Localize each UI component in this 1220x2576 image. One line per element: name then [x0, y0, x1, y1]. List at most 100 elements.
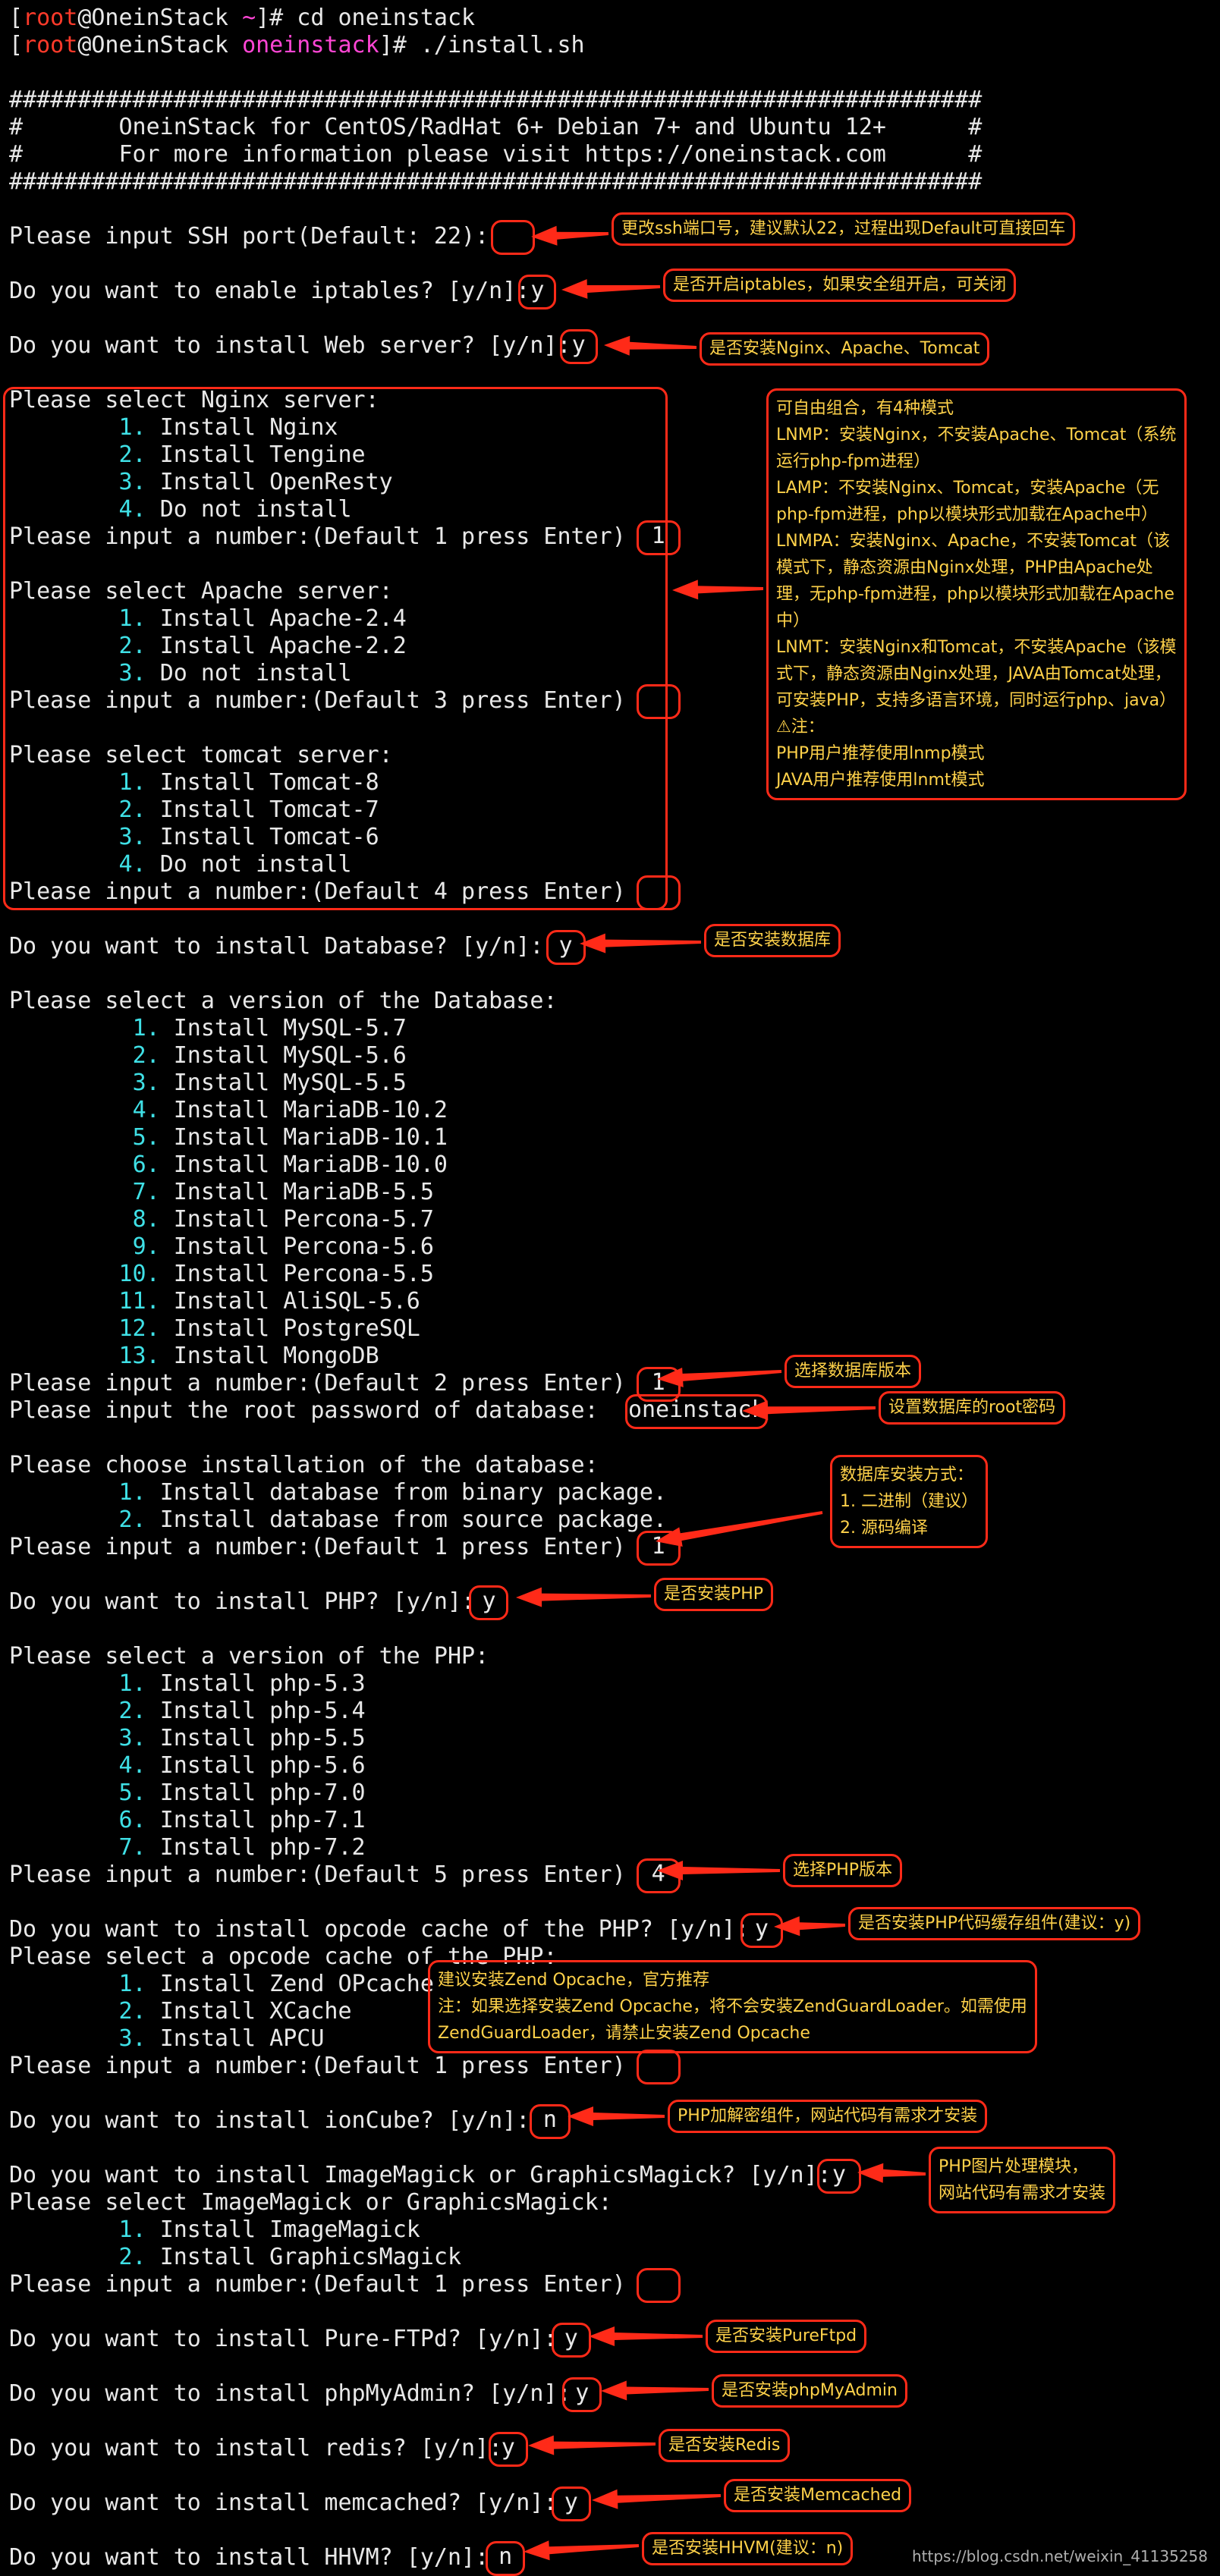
option-label: Install php-7.1 — [159, 1807, 366, 1833]
annotation-arrow-icon — [561, 279, 661, 299]
menu-option: 1. Install Zend OPcache — [9, 1971, 434, 1998]
option-label: Install database from binary package. — [159, 1479, 667, 1506]
text-segment — [146, 824, 160, 850]
option-label: Install Percona-5.7 — [173, 1206, 434, 1233]
text-segment — [160, 1015, 174, 1041]
arrow-shape — [528, 2435, 656, 2455]
text-segment: Do you want to install ImageMagick or Gr… — [9, 2162, 832, 2188]
arrow-shape — [516, 1587, 651, 1607]
text-segment — [146, 496, 160, 523]
text-segment: Please input a number:(Default 2 press E… — [9, 1370, 626, 1396]
option-label: Install php-5.5 — [159, 1725, 366, 1751]
text-segment: Please input a number:(Default 1 press E… — [9, 523, 626, 550]
prompt-host: @OneinStack — [77, 32, 243, 58]
prompt-user: root — [23, 5, 78, 31]
text-segment: Please select a version of the Database: — [9, 988, 558, 1014]
menu-option: 8. Install Percona-5.7 — [9, 1206, 434, 1233]
text-segment — [146, 1725, 160, 1751]
db-title: Please select a version of the Database: — [9, 988, 557, 1015]
text-segment — [146, 441, 160, 468]
option-number: 2. — [118, 796, 146, 823]
option-number: 2. — [132, 1042, 160, 1069]
option-label: Install php-7.2 — [159, 1834, 366, 1861]
option-number: 11. — [118, 1288, 160, 1315]
menu-option: 2. Install Tomcat-7 — [9, 796, 379, 824]
note-line: LNMP：安装Nginx，不安装Apache、Tomcat（系统 — [776, 426, 1177, 445]
annotation-arrow-icon — [524, 2540, 640, 2561]
annotation-arrow-icon — [592, 2489, 722, 2509]
note-line: PHP用户推荐使用lnmp模式 — [776, 744, 985, 763]
note-line: 中） — [776, 611, 810, 630]
option-number: 1. — [118, 769, 146, 796]
text-segment — [9, 1725, 119, 1751]
menu-option: 1. Install MySQL-5.7 — [9, 1015, 407, 1042]
option-label: Install Apache-2.4 — [159, 605, 407, 632]
option-number: 3. — [118, 2025, 146, 2052]
ssh-prompt: Please input SSH port(Default: 22): — [9, 223, 489, 250]
annotation-arrow-icon — [568, 2106, 665, 2126]
note-db-password: 设置数据库的root密码 — [879, 1391, 1066, 1425]
option-label: Install MySQL-5.5 — [173, 1070, 407, 1096]
text-segment — [9, 2216, 119, 2243]
menu-option: 2. Install database from source package. — [9, 1506, 667, 1534]
option-number: 2. — [118, 1698, 146, 1724]
option-label: Install php-5.3 — [159, 1670, 366, 1697]
apache-input-prompt: Please input a number:(Default 3 press E… — [9, 687, 626, 715]
option-label: Install Percona-5.5 — [173, 1261, 434, 1287]
option-number: 5. — [118, 1780, 146, 1806]
option-label: Install APCU — [159, 2025, 325, 2052]
text-segment — [9, 1206, 133, 1233]
text-segment: Please input a number:(Default 3 press E… — [9, 687, 626, 714]
watermark: https://blog.csdn.net/weixin_41135258 — [911, 2547, 1208, 2565]
text-segment: Please input a number:(Default 1 press E… — [9, 2271, 626, 2298]
text-segment — [146, 851, 160, 878]
nginx-number-input[interactable]: 1 — [636, 520, 681, 555]
text-segment — [9, 796, 119, 823]
text-segment — [146, 469, 160, 495]
text-segment: Please select Apache server: — [9, 578, 393, 605]
hhvm-prompt: Do you want to install HHVM? [y/n]: — [9, 2544, 489, 2571]
opcode-number-input[interactable] — [636, 2050, 681, 2084]
prompt-command: ]# cd oneinstack — [256, 5, 476, 31]
option-label: Install MariaDB-10.0 — [173, 1151, 448, 1178]
annotation-arrow-icon — [580, 933, 701, 953]
note-memcached: 是否安装Memcached — [724, 2479, 912, 2512]
arrow-shape — [742, 1400, 876, 1421]
option-label: Install PostgreSQL — [173, 1315, 420, 1342]
text-segment — [9, 414, 119, 441]
menu-option: 4. Do not install — [9, 496, 352, 523]
text-segment — [146, 2025, 160, 2052]
note-db: 是否安装数据库 — [704, 924, 841, 957]
apache-number-input[interactable] — [636, 684, 681, 719]
option-number: 1. — [118, 414, 146, 441]
text-segment — [9, 1070, 133, 1096]
menu-option: 7. Install MariaDB-5.5 — [9, 1179, 434, 1206]
menu-option: 1. Install Nginx — [9, 414, 338, 441]
option-number: 4. — [118, 1752, 146, 1779]
option-number: 6. — [118, 1807, 146, 1833]
text-segment — [9, 2025, 119, 2052]
option-number: 12. — [118, 1315, 160, 1342]
option-label: Install MariaDB-5.5 — [173, 1179, 434, 1205]
note-line: 运行php-fpm进程） — [776, 452, 930, 471]
text-segment — [9, 1179, 133, 1205]
option-number: 1. — [132, 1015, 160, 1041]
imagick-number-input[interactable] — [636, 2268, 681, 2303]
option-label: Install php-7.0 — [159, 1780, 366, 1806]
text-segment: Please select ImageMagick or GraphicsMag… — [9, 2189, 612, 2216]
text-segment — [160, 1206, 174, 1233]
option-number: 1. — [118, 2216, 146, 2243]
menu-option: 4. Install php-5.6 — [9, 1752, 366, 1780]
menu-option: 5. Install MariaDB-10.1 — [9, 1124, 448, 1151]
apache-title: Please select Apache server: — [9, 578, 393, 605]
option-number: 7. — [118, 1834, 146, 1861]
option-label: Install Tomcat-7 — [159, 796, 379, 823]
menu-option: 4. Install MariaDB-10.2 — [9, 1097, 448, 1124]
text-segment — [146, 1698, 160, 1724]
ftp-prompt: Do you want to install Pure-FTPd? [y/n]: — [9, 2326, 557, 2353]
tomcat-number-input[interactable] — [636, 875, 681, 910]
text-segment: Please select a version of the PHP: — [9, 1643, 489, 1670]
note-line: JAVA用户推荐使用lnmt模式 — [776, 771, 985, 790]
terminal-window: [root@OneinStack ~]# cd oneinstack [root@… — [0, 0, 1220, 2576]
web-prompt: Do you want to install Web server? [y/n]… — [9, 332, 571, 360]
